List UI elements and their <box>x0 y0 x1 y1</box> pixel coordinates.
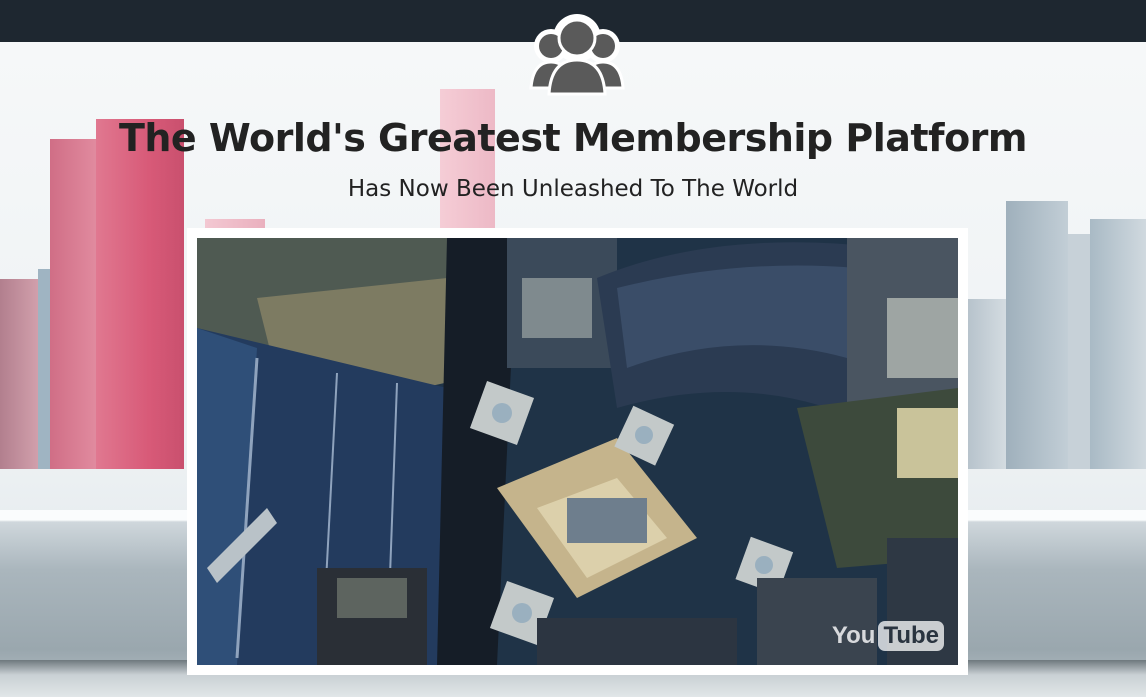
page-subheadline: Has Now Been Unleashed To The World <box>347 176 799 202</box>
youtube-logo-tube: Tube <box>878 621 944 651</box>
youtube-logo-you: You <box>831 622 876 649</box>
video-player[interactable]: You Tube <box>197 238 958 665</box>
page-headline: The World's Greatest Membership Platform <box>118 116 1028 160</box>
video-thumbnail <box>197 238 958 665</box>
youtube-logo[interactable]: You Tube <box>832 621 944 651</box>
members-group-icon <box>529 8 625 98</box>
video-frame: You Tube <box>187 228 968 675</box>
